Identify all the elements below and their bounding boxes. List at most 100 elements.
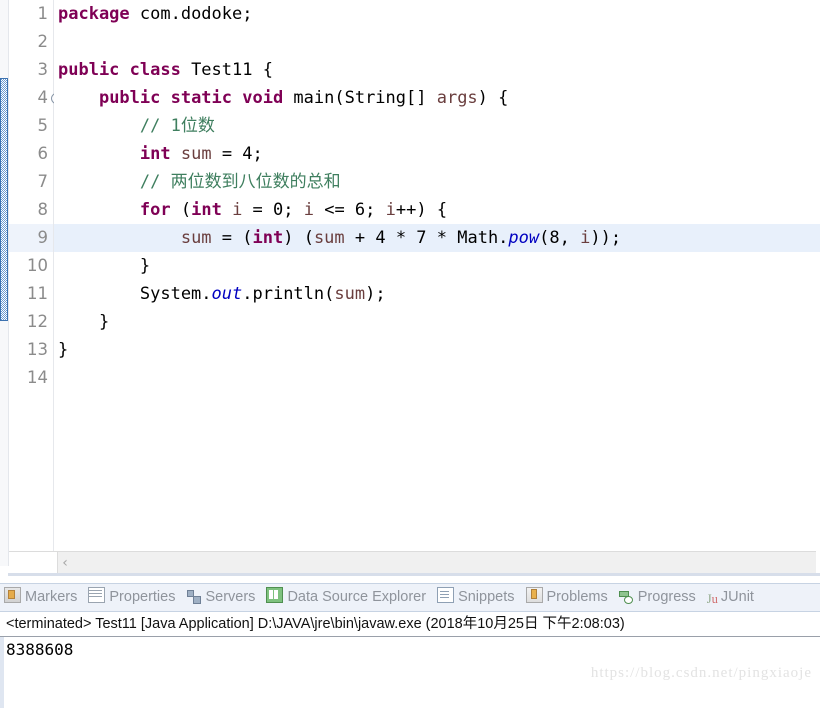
code-token: int: [191, 200, 222, 220]
tab-problems[interactable]: Problems: [522, 584, 615, 611]
code-token: i: [303, 200, 314, 220]
bottom-panel: Markers Properties Servers Data Source Expl…: [0, 583, 820, 708]
code-line[interactable]: public static void main(String[] args) {: [54, 84, 820, 112]
line-number[interactable]: 3: [9, 56, 53, 84]
code-line[interactable]: int sum = 4;: [54, 140, 820, 168]
tab-label: Data Source Explorer: [287, 589, 427, 605]
scrollbar-thumb[interactable]: [9, 552, 58, 573]
code-token: = 4;: [211, 144, 263, 164]
code-token: }: [58, 256, 151, 276]
code-token: com.dodoke;: [129, 4, 253, 24]
code-token: for: [139, 200, 171, 220]
line-number[interactable]: 8: [9, 196, 53, 224]
code-token: (: [170, 200, 192, 220]
tab-servers[interactable]: Servers: [182, 584, 262, 611]
code-line[interactable]: for (int i = 0; i <= 6; i++) {: [54, 196, 820, 224]
bottom-panel-tabbar[interactable]: Markers Properties Servers Data Source Expl…: [0, 583, 820, 612]
line-number[interactable]: 2: [9, 28, 53, 56]
code-token: ) (: [283, 228, 314, 248]
snippets-icon: [437, 587, 455, 604]
tab-data-source-explorer[interactable]: Data Source Explorer: [262, 584, 433, 611]
code-token: }: [58, 312, 110, 332]
tab-label: Properties: [109, 589, 176, 605]
tab-label: Progress: [637, 589, 696, 605]
editor-horizontal-scrollbar[interactable]: ‹: [9, 551, 816, 574]
console-output-line: 8388608: [6, 640, 74, 659]
code-line[interactable]: }: [54, 336, 820, 364]
line-number[interactable]: 1: [9, 0, 53, 28]
code-line[interactable]: System.out.println(sum);: [54, 280, 820, 308]
markers-icon: [4, 587, 21, 604]
junit-icon: Ju: [706, 592, 718, 607]
tab-label: Problems: [546, 589, 608, 605]
code-token: ) {: [477, 88, 509, 108]
code-token: pow: [508, 228, 540, 248]
code-token: public static void: [98, 88, 284, 108]
code-token: <= 6;: [313, 200, 386, 220]
tab-label: JUnit: [720, 589, 754, 605]
code-token: }: [58, 340, 69, 360]
line-number[interactable]: 10: [9, 252, 53, 280]
code-token: + 4 * 7 * Math.: [344, 228, 509, 248]
code-line[interactable]: sum = (int) (sum + 4 * 7 * Math.pow(8, i…: [54, 224, 820, 252]
code-token: (8,: [539, 228, 581, 248]
console-launch-header: <terminated> Test11 [Java Application] D…: [0, 612, 820, 637]
line-number[interactable]: 9: [9, 224, 53, 252]
line-number[interactable]: 14: [9, 364, 53, 392]
tab-progress[interactable]: Progress: [615, 584, 703, 611]
code-editor[interactable]: 1 2 3 4 5 6 7 8 9 10 11 12 13 14 package com.dodoke; …: [0, 0, 820, 588]
servers-icon: [186, 589, 202, 605]
datasource-icon: [266, 587, 284, 604]
code-line[interactable]: }: [54, 308, 820, 336]
tab-label: Servers: [205, 589, 256, 605]
overview-ruler-strip[interactable]: [0, 0, 9, 566]
code-line[interactable]: // 1位数: [54, 112, 820, 140]
tab-junit[interactable]: Ju JUnit: [703, 584, 761, 611]
line-number[interactable]: 5: [9, 112, 53, 140]
code-line[interactable]: public class Test11 {: [54, 56, 820, 84]
code-token: main(String[]: [283, 88, 437, 108]
line-number[interactable]: 4: [9, 84, 62, 112]
scroll-left-arrow-icon[interactable]: ‹: [57, 554, 73, 572]
console-left-edge: [0, 637, 4, 708]
tab-properties[interactable]: Properties: [84, 584, 182, 611]
properties-icon: [88, 587, 106, 604]
code-token: Test11 {: [180, 60, 273, 80]
code-line[interactable]: // 两位数到八位数的总和: [54, 168, 820, 196]
code-token: int: [252, 228, 284, 248]
code-token: = (: [211, 228, 253, 248]
code-text-area[interactable]: package com.dodoke; public class Test11 …: [54, 0, 820, 566]
code-token: ));: [590, 228, 622, 248]
line-number[interactable]: 11: [9, 280, 53, 308]
line-number[interactable]: 13: [9, 336, 53, 364]
tab-label: Markers: [25, 589, 78, 605]
line-number[interactable]: 12: [9, 308, 53, 336]
code-line[interactable]: [54, 28, 820, 56]
method-annotation-bar: [0, 78, 8, 321]
code-token: args: [436, 88, 478, 108]
code-token: );: [365, 284, 386, 304]
tab-markers[interactable]: Markers: [0, 584, 84, 611]
tab-snippets[interactable]: Snippets: [433, 584, 521, 611]
line-number[interactable]: 6: [9, 140, 53, 168]
line-number[interactable]: 7: [9, 168, 53, 196]
progress-icon: [618, 589, 634, 605]
code-token: sum: [334, 284, 366, 304]
code-line[interactable]: }: [54, 252, 820, 280]
code-token: sum: [180, 228, 212, 248]
console-output-area[interactable]: 8388608 https://blog.csdn.net/pingxiaoje: [0, 637, 820, 708]
line-number-gutter[interactable]: 1 2 3 4 5 6 7 8 9 10 11 12 13 14: [9, 0, 62, 566]
code-token: package: [58, 4, 130, 24]
code-token: int: [139, 144, 171, 164]
code-token: = 0;: [242, 200, 304, 220]
code-token: i: [580, 228, 591, 248]
code-line[interactable]: package com.dodoke;: [54, 0, 820, 28]
code-line[interactable]: [54, 364, 820, 392]
